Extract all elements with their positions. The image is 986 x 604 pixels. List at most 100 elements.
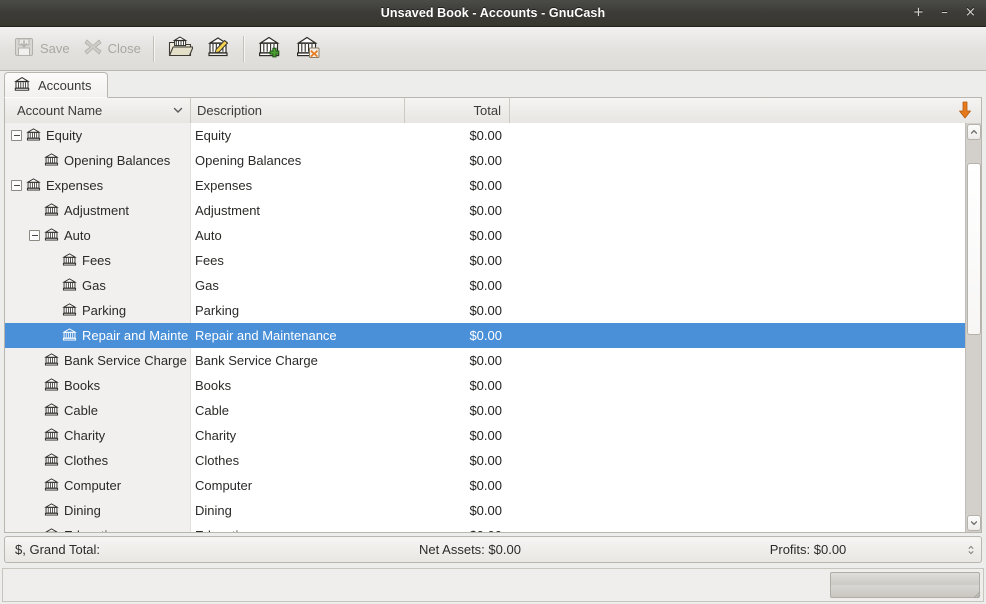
account-name-label: Repair and Maintenance <box>82 328 189 343</box>
account-description-cell: Gas <box>195 278 219 293</box>
maximize-button[interactable]: + <box>911 5 926 21</box>
gnucash-window: Unsaved Book - Accounts - GnuCash + – × … <box>0 0 986 604</box>
table-row[interactable]: Bank Service Charge Bank Service Charge $0… <box>5 348 965 373</box>
bank-account-icon <box>14 76 30 95</box>
account-total-cell: $0.00 <box>469 503 502 518</box>
table-row[interactable]: Auto Auto $0.00 <box>5 223 965 248</box>
account-total-cell: $0.00 <box>469 353 502 368</box>
table-row[interactable]: Cable Cable $0.00 <box>5 398 965 423</box>
account-name-label: Adjustment <box>64 203 130 218</box>
summary-resize-grip[interactable] <box>967 544 975 556</box>
expander-collapse-icon[interactable] <box>11 130 22 141</box>
delete-account-button[interactable] <box>289 32 327 66</box>
edit-account-button[interactable] <box>199 32 237 66</box>
table-row[interactable]: EducationEducation$0.00 <box>5 523 965 532</box>
account-name-cell: Bank Service Charge <box>5 352 191 370</box>
open-folder-account-icon <box>167 34 194 63</box>
table-row[interactable]: Books Books $0.00 <box>5 373 965 398</box>
new-account-plus-icon <box>257 34 283 63</box>
scroll-down-button[interactable] <box>966 515 981 531</box>
save-button[interactable]: Save <box>6 32 76 66</box>
tree-rows-viewport: Equity Equity $0.00 Opening Balances Opening… <box>5 123 965 532</box>
scrollbar-thumb[interactable] <box>966 163 981 335</box>
tab-accounts-label: Accounts <box>38 77 92 93</box>
save-icon <box>12 35 36 62</box>
account-name-cell: Equity <box>5 127 191 145</box>
table-row[interactable]: Charity Charity $0.00 <box>5 423 965 448</box>
account-total-cell: $0.00 <box>469 378 502 393</box>
bank-account-icon <box>44 402 59 420</box>
table-row[interactable]: Equity Equity $0.00 <box>5 123 965 148</box>
bank-account-icon <box>62 302 77 320</box>
table-row[interactable]: Adjustment Adjustment $0.00 <box>5 198 965 223</box>
summary-bar: $, Grand Total: Net Assets: $0.00 Profit… <box>4 536 982 563</box>
column-header-description[interactable]: Description <box>191 98 405 123</box>
close-window-button[interactable]: × <box>963 5 978 21</box>
account-name-label: Bank Service Charge <box>64 353 187 368</box>
account-name-cell: Computer <box>5 477 191 495</box>
table-row[interactable]: Clothes Clothes $0.00 <box>5 448 965 473</box>
bank-account-icon <box>26 127 41 145</box>
account-total-cell: $0.00 <box>469 228 502 243</box>
account-name-label: Auto <box>64 228 91 243</box>
account-name-label: Opening Balances <box>64 153 171 168</box>
table-row[interactable]: Repair and Maintenance Repair and Mainten… <box>5 323 965 348</box>
window-resize-grip[interactable] <box>970 588 982 600</box>
column-header-total-label: Total <box>473 102 501 118</box>
save-button-label: Save <box>40 41 70 56</box>
edit-account-pencil-icon <box>205 34 231 63</box>
open-book-button[interactable] <box>161 32 199 66</box>
account-description-cell: Equity <box>195 128 232 143</box>
account-description-cell: Repair and Maintenance <box>195 328 337 343</box>
window-title: Unsaved Book - Accounts - GnuCash <box>380 6 606 20</box>
bank-account-icon <box>44 377 59 395</box>
account-total-cell: $0.00 <box>469 278 502 293</box>
account-total-cell: $0.00 <box>469 253 502 268</box>
bank-account-icon <box>44 352 59 370</box>
account-name-label: Expenses <box>46 178 104 193</box>
scroll-up-button[interactable] <box>966 124 981 140</box>
table-row[interactable]: Dining Dining $0.00 <box>5 498 965 523</box>
table-row[interactable]: Computer Computer $0.00 <box>5 473 965 498</box>
bank-account-icon <box>44 502 59 520</box>
account-description-cell: Cable <box>195 403 229 418</box>
column-header-filler[interactable] <box>510 98 981 123</box>
minimize-button[interactable]: – <box>937 5 952 21</box>
account-name-label: Computer <box>64 478 122 493</box>
vertical-scrollbar[interactable] <box>965 123 981 532</box>
table-row[interactable]: Fees Fees $0.00 <box>5 248 965 273</box>
account-description-cell: Clothes <box>195 453 240 468</box>
tab-accounts[interactable]: Accounts <box>4 72 109 98</box>
table-row[interactable]: Opening Balances Opening Balances $0.00 <box>5 148 965 173</box>
toolbar-separator-1 <box>152 35 155 62</box>
tab-strip: Accounts <box>4 71 982 98</box>
account-name-label: Equity <box>46 128 83 143</box>
toolbar-separator-2 <box>242 35 245 62</box>
sort-arrow-down-icon[interactable] <box>957 101 973 122</box>
account-description-cell: Opening Balances <box>195 153 302 168</box>
summary-grand-total: $, Grand Total: <box>15 542 101 557</box>
progress-bar <box>830 572 980 598</box>
new-account-button[interactable] <box>251 32 289 66</box>
table-row[interactable]: Expenses Expenses $0.00 <box>5 173 965 198</box>
expander-collapse-icon[interactable] <box>29 230 40 241</box>
close-button[interactable]: Close <box>76 32 147 66</box>
table-row[interactable]: Parking Parking $0.00 <box>5 298 965 323</box>
column-header-total[interactable]: Total <box>405 98 510 123</box>
bank-account-icon <box>44 152 59 170</box>
account-name-label: Dining <box>64 503 101 518</box>
account-rows-container: Equity Equity $0.00 Opening Balances Opening… <box>5 123 965 532</box>
account-name-label: Books <box>64 378 101 393</box>
account-description-cell: Books <box>195 378 232 393</box>
bank-account-icon <box>44 227 59 245</box>
column-header-account-name[interactable]: Account Name <box>5 98 191 123</box>
scrollbar-track[interactable] <box>966 141 982 514</box>
account-total-cell: $0.00 <box>469 428 502 443</box>
expander-collapse-icon[interactable] <box>11 180 22 191</box>
account-description-cell: Education <box>191 528 405 532</box>
account-name-label: Education <box>64 528 122 532</box>
chevron-down-icon <box>172 104 184 116</box>
table-row[interactable]: Gas Gas $0.00 <box>5 273 965 298</box>
column-header-description-label: Description <box>197 102 263 118</box>
bank-account-icon <box>62 252 77 270</box>
